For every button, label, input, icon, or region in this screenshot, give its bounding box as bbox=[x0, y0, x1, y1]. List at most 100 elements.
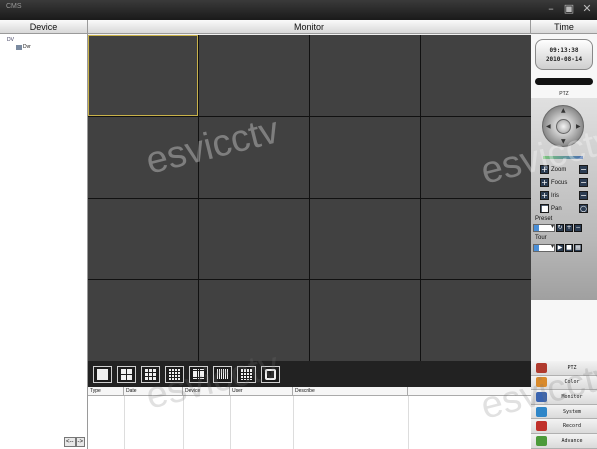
video-cell[interactable] bbox=[88, 116, 198, 198]
menu-item-advance[interactable]: Advance bbox=[531, 433, 597, 449]
col-date[interactable]: Date bbox=[124, 387, 183, 395]
left-arrow-icon[interactable]: ◀ bbox=[546, 124, 551, 130]
video-cell[interactable] bbox=[310, 280, 420, 361]
tree-node-dvr[interactable]: Dvr bbox=[16, 44, 31, 50]
video-cell[interactable] bbox=[310, 35, 420, 116]
menu-item-ptz[interactable]: PTZ bbox=[531, 361, 597, 376]
ptz-direction-pad[interactable]: ▲ ▼ ◀ ▶ bbox=[542, 105, 584, 147]
fullscreen-button[interactable] bbox=[261, 365, 280, 383]
tour-play-button[interactable]: ▶ bbox=[556, 244, 564, 252]
grid-layout-icon bbox=[217, 368, 228, 380]
preset-row: ↻ + − bbox=[533, 223, 582, 232]
tour-stop-button[interactable]: ■ bbox=[565, 244, 573, 252]
col-device[interactable]: Device bbox=[183, 387, 230, 395]
video-cell[interactable] bbox=[421, 198, 531, 280]
right-arrow-icon[interactable]: ▶ bbox=[576, 124, 581, 130]
video-cell[interactable] bbox=[310, 198, 420, 280]
ptz-center-button[interactable] bbox=[556, 119, 571, 134]
preset-label: Preset bbox=[535, 216, 553, 222]
video-cell[interactable] bbox=[421, 35, 531, 116]
tour-row: ▶ ■ ▦ bbox=[533, 243, 582, 252]
layout-9-button[interactable] bbox=[141, 365, 160, 383]
video-cell[interactable] bbox=[421, 280, 531, 361]
clock-date: 2010-08-14 bbox=[545, 56, 583, 63]
ptz-control-area: ▲ ▼ ◀ ▶ + Zoom − + Focus − + Iris − ■ Pa… bbox=[531, 98, 597, 300]
down-arrow-icon[interactable]: ▼ bbox=[561, 139, 566, 145]
zoom-out-button[interactable]: − bbox=[579, 165, 588, 174]
zoom-row: + Zoom − bbox=[540, 165, 594, 174]
layout-4-button[interactable] bbox=[117, 365, 136, 383]
prev-button[interactable]: <-- bbox=[64, 437, 76, 447]
menu-item-color[interactable]: Color bbox=[531, 375, 597, 391]
video-cell[interactable] bbox=[421, 116, 531, 198]
minimize-icon[interactable]: – bbox=[545, 2, 557, 16]
menu-item-label: PTZ bbox=[567, 364, 577, 371]
pan-start-button[interactable]: ■ bbox=[540, 204, 549, 213]
grid-layout-icon bbox=[169, 368, 180, 380]
video-cell[interactable] bbox=[88, 198, 198, 280]
grid-layout-icon bbox=[145, 368, 156, 380]
title-bar: CMS – ▣ ✕ bbox=[0, 0, 597, 20]
layout-1-button[interactable] bbox=[93, 365, 112, 383]
col-extra bbox=[408, 387, 531, 395]
cms-window: CMS – ▣ ✕ Device Monitor Time DV Dvr <--… bbox=[0, 0, 597, 449]
ptz-speed-slider[interactable] bbox=[543, 156, 583, 159]
color-icon bbox=[536, 377, 547, 388]
menu-item-label: Advance bbox=[561, 437, 583, 444]
preset-goto-button[interactable]: ↻ bbox=[556, 224, 564, 232]
video-cell[interactable] bbox=[88, 35, 198, 116]
grid-layout-icon bbox=[121, 368, 132, 380]
menu-item-label: Color bbox=[564, 379, 580, 386]
tour-select[interactable] bbox=[533, 243, 555, 252]
next-button[interactable]: -> bbox=[75, 437, 86, 447]
iris-close-button[interactable]: − bbox=[579, 191, 588, 200]
monitor-header: Monitor bbox=[88, 20, 531, 34]
video-cell[interactable] bbox=[199, 35, 309, 116]
tour-grid-button[interactable]: ▦ bbox=[574, 244, 582, 252]
menu-item-system[interactable]: System bbox=[531, 404, 597, 420]
device-nav: <-- -> bbox=[64, 437, 86, 447]
layout-toolbar bbox=[88, 361, 531, 387]
tree-node-label: Dvr bbox=[23, 44, 31, 50]
col-type[interactable]: Type bbox=[88, 387, 124, 395]
maximize-icon[interactable]: ▣ bbox=[563, 2, 575, 16]
layout-64-button[interactable] bbox=[237, 365, 256, 383]
tour-label: Tour bbox=[535, 235, 547, 241]
focus-in-button[interactable]: + bbox=[540, 178, 549, 187]
menu-item-record[interactable]: Record bbox=[531, 419, 597, 434]
preset-remove-button[interactable]: − bbox=[574, 224, 582, 232]
grid-layout-icon bbox=[193, 368, 204, 380]
layout-36-button[interactable] bbox=[213, 365, 232, 383]
preset-select[interactable] bbox=[533, 223, 555, 232]
preset-add-button[interactable]: + bbox=[565, 224, 573, 232]
record-icon bbox=[536, 421, 547, 432]
pan-settings-button[interactable]: ○ bbox=[579, 204, 588, 213]
video-cell[interactable] bbox=[88, 280, 198, 361]
col-user[interactable]: User bbox=[230, 387, 293, 395]
zoom-in-button[interactable]: + bbox=[540, 165, 549, 174]
video-cell[interactable] bbox=[199, 198, 309, 280]
dvr-icon bbox=[16, 44, 22, 50]
tree-root-node[interactable]: DV bbox=[7, 37, 14, 43]
status-bar bbox=[535, 78, 593, 85]
layout-25-button[interactable] bbox=[189, 365, 208, 383]
menu-item-monitor[interactable]: Monitor bbox=[531, 390, 597, 405]
video-cell[interactable] bbox=[199, 116, 309, 198]
video-cell[interactable] bbox=[199, 280, 309, 361]
video-cell[interactable] bbox=[310, 116, 420, 198]
system-icon bbox=[536, 406, 547, 417]
fullscreen-icon bbox=[265, 368, 276, 380]
menu-item-label: Monitor bbox=[561, 393, 583, 400]
close-icon[interactable]: ✕ bbox=[581, 2, 593, 16]
grid-layout-icon bbox=[97, 368, 108, 380]
focus-label: Focus bbox=[551, 179, 568, 186]
layout-16-button[interactable] bbox=[165, 365, 184, 383]
focus-out-button[interactable]: − bbox=[579, 178, 588, 187]
pan-row: ■ Pan ○ bbox=[540, 204, 594, 213]
zoom-label: Zoom bbox=[551, 166, 567, 173]
col-describe[interactable]: Describe bbox=[293, 387, 408, 395]
menu-item-label: System bbox=[562, 408, 582, 415]
function-menu: PTZ Color Monitor System Record Advance bbox=[531, 361, 597, 449]
up-arrow-icon[interactable]: ▲ bbox=[561, 108, 566, 114]
iris-open-button[interactable]: + bbox=[540, 191, 549, 200]
